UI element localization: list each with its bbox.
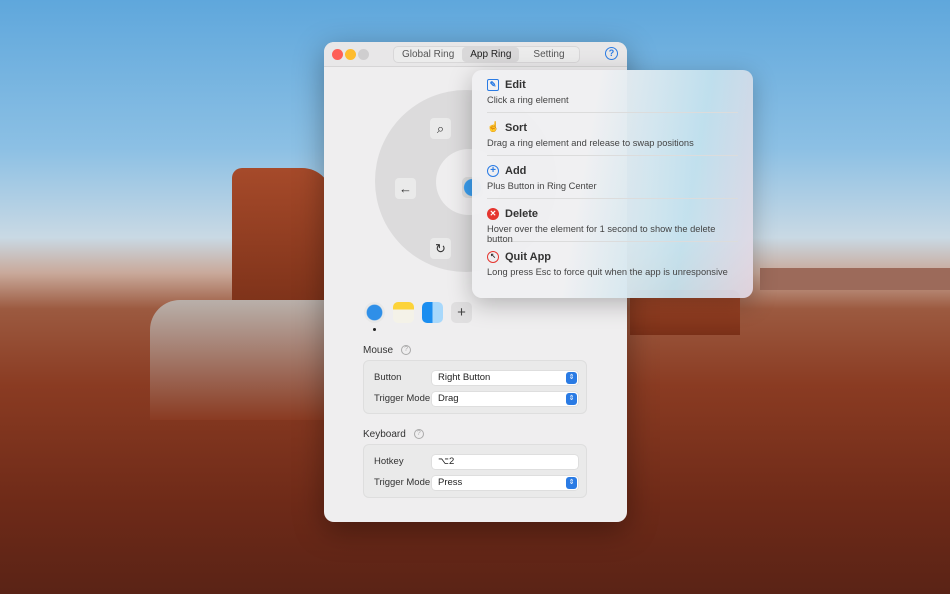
mouse-title: Mouse bbox=[363, 345, 394, 356]
help-item-title: Quit App bbox=[505, 251, 552, 263]
notes-icon[interactable] bbox=[393, 302, 414, 323]
tab-bar: Global Ring App Ring Setting bbox=[393, 46, 580, 63]
question-circle-icon[interactable]: ? bbox=[413, 429, 424, 440]
close-button[interactable] bbox=[332, 49, 343, 60]
help-item-delete: ✕ Delete Hover over the element for 1 sec… bbox=[487, 199, 738, 244]
search-icon[interactable]: ⌕ bbox=[430, 118, 451, 139]
help-item-quit-app: ↖ Quit App Long press Esc to force quit w… bbox=[487, 242, 738, 285]
plus-circle-icon: + bbox=[487, 165, 499, 177]
minimize-button[interactable] bbox=[345, 49, 356, 60]
edit-icon: ✎ bbox=[487, 79, 499, 91]
question-circle-icon[interactable]: ? bbox=[401, 345, 412, 356]
help-item-desc: Long press Esc to force quit when the ap… bbox=[487, 267, 728, 277]
desert-mesa bbox=[760, 268, 950, 290]
mouse-button-value: Right Button bbox=[438, 372, 491, 383]
tab-setting[interactable]: Setting bbox=[519, 47, 578, 62]
help-popover: ✎ Edit Click a ring element ☝ Sort Drag a … bbox=[472, 70, 753, 298]
chevron-updown-icon: ⇕ bbox=[566, 372, 577, 384]
safari-icon[interactable] bbox=[364, 302, 385, 323]
keyboard-trigger-select[interactable]: Press ⇕ bbox=[432, 476, 578, 490]
help-item-edit: ✎ Edit Click a ring element bbox=[487, 70, 738, 113]
help-item-title: Add bbox=[505, 165, 527, 177]
help-item-add: + Add Plus Button in Ring Center bbox=[487, 156, 738, 199]
mouse-trigger-select[interactable]: Drag ⇕ bbox=[432, 392, 578, 406]
help-item-desc: Plus Button in Ring Center bbox=[487, 181, 597, 191]
tab-app-ring[interactable]: App Ring bbox=[462, 47, 520, 62]
chevron-updown-icon: ⇕ bbox=[566, 393, 577, 405]
help-item-desc: Hover over the element for 1 second to s… bbox=[487, 224, 716, 244]
help-item-desc: Click a ring element bbox=[487, 95, 569, 105]
arrow-left-icon[interactable]: ← bbox=[395, 178, 416, 199]
mouse-settings-group: Button Right Button ⇕ Trigger Mode Drag ⇕ bbox=[363, 360, 587, 414]
active-indicator bbox=[373, 328, 376, 331]
chevron-updown-icon: ⇕ bbox=[566, 477, 577, 489]
add-app-button[interactable]: + bbox=[451, 302, 472, 323]
trigger-mode-label: Trigger Mode bbox=[374, 393, 431, 404]
mouse-section-title: Mouse? bbox=[363, 345, 412, 356]
hand-drag-icon: ☝ bbox=[487, 122, 500, 133]
keyboard-settings-group: Hotkey ⌥2 Trigger Mode Press ⇕ bbox=[363, 444, 587, 498]
help-item-title: Delete bbox=[505, 208, 539, 220]
title-bar: Global Ring App Ring Setting ? bbox=[324, 42, 627, 67]
keyboard-trigger-value: Press bbox=[438, 477, 463, 488]
zoom-button[interactable] bbox=[358, 49, 369, 60]
tab-global-ring[interactable]: Global Ring bbox=[394, 47, 462, 62]
help-item-title: Edit bbox=[505, 79, 526, 91]
question-circle-icon[interactable]: ? bbox=[605, 47, 618, 60]
keyboard-section-title: Keyboard? bbox=[363, 429, 424, 440]
help-item-title: Sort bbox=[505, 122, 527, 134]
mouse-button-select[interactable]: Right Button ⇕ bbox=[432, 371, 578, 385]
mouse-trigger-value: Drag bbox=[438, 393, 459, 404]
x-circle-icon: ✕ bbox=[487, 208, 499, 220]
trigger-mode-label: Trigger Mode bbox=[374, 477, 431, 488]
hotkey-label: Hotkey bbox=[374, 456, 404, 467]
finder-icon[interactable] bbox=[422, 302, 443, 323]
hotkey-input[interactable]: ⌥2 bbox=[432, 455, 578, 469]
help-item-desc: Drag a ring element and release to swap … bbox=[487, 138, 694, 148]
button-label: Button bbox=[374, 372, 402, 383]
desert-mesa bbox=[232, 168, 332, 318]
keyboard-title: Keyboard bbox=[363, 429, 406, 440]
force-quit-icon: ↖ bbox=[487, 251, 499, 263]
refresh-icon[interactable]: ↻ bbox=[430, 238, 451, 259]
help-item-sort: ☝ Sort Drag a ring element and release to… bbox=[487, 113, 738, 156]
